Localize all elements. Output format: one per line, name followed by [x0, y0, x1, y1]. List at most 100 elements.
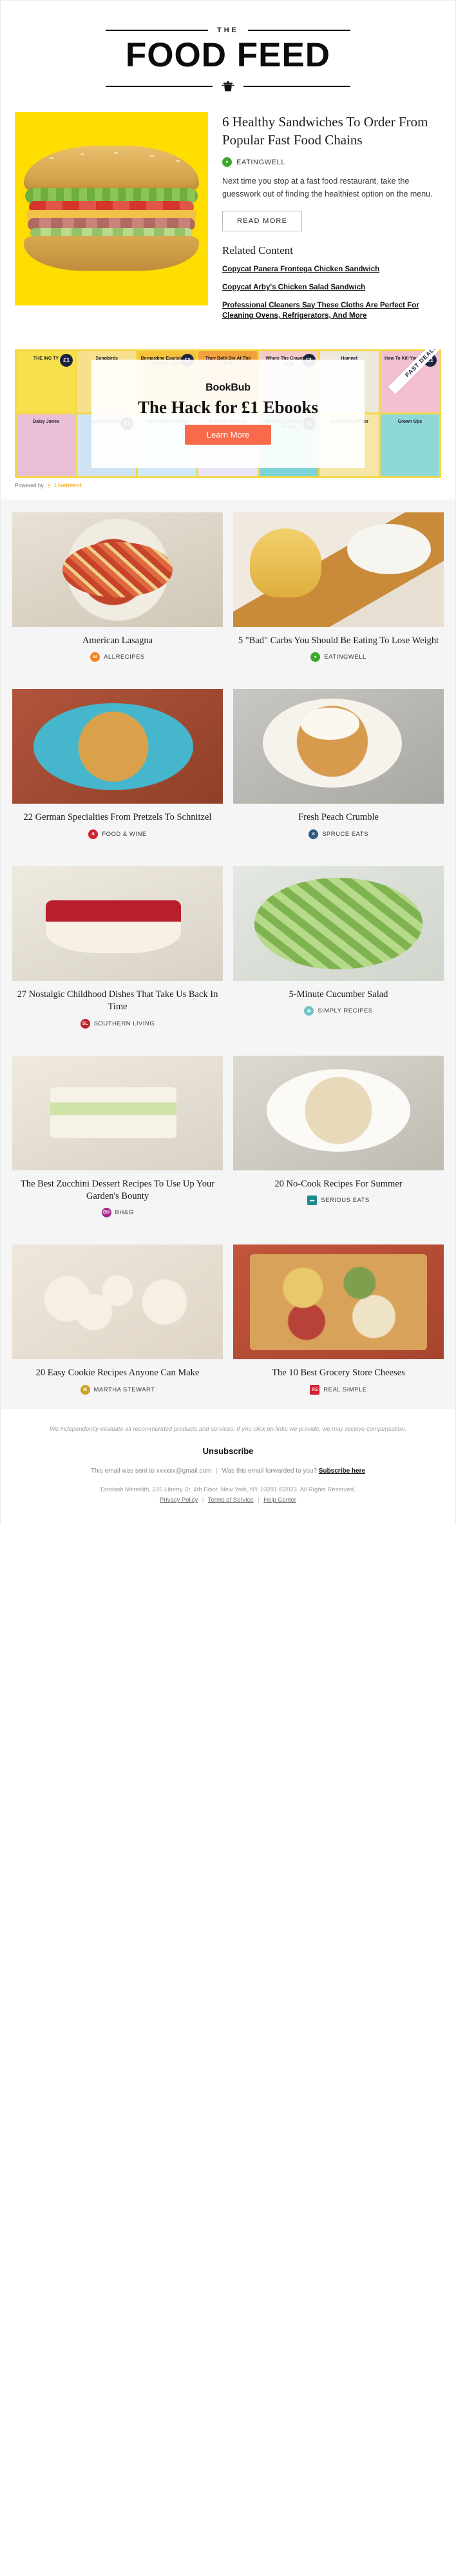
- powered-by-label: Powered by: [15, 481, 44, 489]
- article-grid-row: The Best Zucchini Dessert Recipes To Use…: [1, 1042, 455, 1232]
- sandwich-illustration: [24, 146, 199, 272]
- article-card[interactable]: 22 German Specialties From Pretzels To S…: [12, 689, 223, 839]
- article-card[interactable]: 20 Easy Cookie Recipes Anyone Can Make M M…: [12, 1244, 223, 1395]
- article-card-title[interactable]: 20 Easy Cookie Recipes Anyone Can Make: [16, 1367, 219, 1379]
- forwarded-text: Was this email forwarded to you?: [222, 1467, 318, 1475]
- article-grid-row: 27 Nostalgic Childhood Dishes That Take …: [1, 853, 455, 1043]
- article-photo: [233, 1244, 444, 1360]
- article-card-image[interactable]: [12, 512, 223, 627]
- article-photo: [12, 689, 223, 804]
- source-name: EATINGWELL: [324, 654, 366, 661]
- article-photo: [12, 1244, 223, 1360]
- related-content-heading: Related Content: [222, 244, 294, 257]
- article-card[interactable]: 20 No-Cook Recipes For Summer ▬ SERIOUS EA…: [233, 1055, 444, 1218]
- terms-of-service-link[interactable]: Terms of Service: [208, 1496, 254, 1504]
- unsubscribe-link[interactable]: Unsubscribe: [203, 1446, 254, 1456]
- article-card-image[interactable]: [233, 689, 444, 804]
- article-card[interactable]: 27 Nostalgic Childhood Dishes That Take …: [12, 866, 223, 1029]
- source-logo-icon: ▬: [307, 1195, 318, 1205]
- article-grid-row: 20 Easy Cookie Recipes Anyone Can Make M M…: [1, 1232, 455, 1409]
- source-logo-icon: ✻: [304, 1006, 314, 1016]
- source-logo-icon: ar: [90, 652, 100, 663]
- source-name: SIMPLY RECIPES: [318, 1007, 373, 1015]
- footer-separator-1: |: [216, 1467, 218, 1475]
- advertisement: THE ING TY £1 Songbirds Bernardine Evaristo…: [1, 345, 455, 499]
- article-card-source: ▬ SERIOUS EATS: [233, 1195, 444, 1205]
- privacy-policy-link[interactable]: Privacy Policy: [160, 1496, 198, 1504]
- article-card[interactable]: 5 "Bad" Carbs You Should Be Eating To Lo…: [233, 512, 444, 663]
- article-grid: American Lasagna ar ALLRECIPES 5 "Bad" Carb…: [1, 499, 455, 1409]
- featured-article-image[interactable]: [15, 112, 208, 305]
- featured-article-title[interactable]: 6 Healthy Sandwiches To Order From Popul…: [222, 113, 441, 149]
- bread-bottom: [24, 236, 199, 271]
- article-photo: [12, 512, 223, 627]
- article-card-image[interactable]: [233, 1055, 444, 1170]
- subscribe-here-link[interactable]: Subscribe here: [319, 1467, 365, 1475]
- article-card-image[interactable]: [12, 1055, 223, 1170]
- ad-frame[interactable]: THE ING TY £1 Songbirds Bernardine Evaristo…: [15, 349, 441, 478]
- article-card-image[interactable]: [12, 1244, 223, 1360]
- ad-headline: The Hack for £1 Ebooks: [137, 398, 319, 418]
- article-card-title[interactable]: The Best Zucchini Dessert Recipes To Use…: [16, 1178, 219, 1203]
- article-card-title[interactable]: 20 No-Cook Recipes For Summer: [237, 1178, 440, 1190]
- ad-powered-by: Powered by ⦿ LiveIntent: [15, 478, 441, 489]
- article-card[interactable]: American Lasagna ar ALLRECIPES: [12, 512, 223, 663]
- article-card-source: ● EATINGWELL: [233, 652, 444, 663]
- ad-book-title: Daisy Jones: [33, 420, 59, 425]
- article-card-title[interactable]: 22 German Specialties From Pretzels To S…: [16, 811, 219, 824]
- article-card-image[interactable]: [12, 689, 223, 804]
- footer-legal-links: Privacy Policy | Terms of Service | Help…: [23, 1495, 433, 1506]
- article-card[interactable]: Fresh Peach Crumble ✕ SPRUCE EATS: [233, 689, 444, 839]
- article-card[interactable]: The 10 Best Grocery Store Cheeses RS REAL …: [233, 1244, 444, 1395]
- cooking-pot-icon: [222, 81, 234, 92]
- article-card-source: ar ALLRECIPES: [12, 652, 223, 663]
- ad-book-cover: THE ING TY £1: [17, 351, 76, 413]
- featured-article: 6 Healthy Sandwiches To Order From Popul…: [1, 92, 455, 345]
- ad-overlay: BookBub The Hack for £1 Ebooks Learn Mor…: [91, 359, 365, 468]
- article-card[interactable]: The Best Zucchini Dessert Recipes To Use…: [12, 1055, 223, 1218]
- article-card-source: ✻ SIMPLY RECIPES: [233, 1006, 444, 1016]
- pot-rule-right: [243, 86, 350, 87]
- liveintent-icon: ⦿: [46, 481, 52, 489]
- article-photo: [12, 1055, 223, 1170]
- article-row: American Lasagna ar ALLRECIPES 5 "Bad" Carb…: [12, 512, 444, 663]
- article-card-source: SL SOUTHERN LIVING: [12, 1018, 223, 1029]
- source-logo-icon: RS: [310, 1384, 320, 1395]
- article-card-title[interactable]: 27 Nostalgic Childhood Dishes That Take …: [16, 989, 219, 1014]
- article-grid-row: 22 German Specialties From Pretzels To S…: [1, 676, 455, 853]
- related-link-3[interactable]: Professional Cleaners Say These Cloths A…: [222, 300, 441, 322]
- article-card-title[interactable]: The 10 Best Grocery Store Cheeses: [237, 1367, 440, 1379]
- article-card-image[interactable]: [12, 866, 223, 981]
- article-card-source: ✕ SPRUCE EATS: [233, 829, 444, 839]
- rule-right: [248, 30, 350, 31]
- rule-left: [106, 30, 208, 31]
- ad-learn-more-button[interactable]: Learn More: [184, 425, 272, 445]
- article-card-title[interactable]: 5-Minute Cucumber Salad: [237, 989, 440, 1001]
- pot-rule: [106, 81, 350, 92]
- ad-brand-name: BookBub: [205, 382, 251, 394]
- footer-separator-3: |: [258, 1496, 260, 1504]
- read-more-button[interactable]: READ MORE: [222, 211, 303, 232]
- article-card-title[interactable]: American Lasagna: [16, 635, 219, 647]
- featured-source: ● EATINGWELL: [222, 157, 441, 168]
- article-card-title[interactable]: 5 "Bad" Carbs You Should Be Eating To Lo…: [237, 635, 440, 647]
- article-card-title[interactable]: Fresh Peach Crumble: [237, 811, 440, 824]
- email-body: THE FOOD FEED 6 Healthy Sandwiches To Or…: [0, 0, 456, 1525]
- brand-title[interactable]: FOOD FEED: [1, 38, 455, 72]
- related-link-2[interactable]: Copycat Arby's Chicken Salad Sandwich: [222, 282, 441, 293]
- article-card-source: & FOOD & WINE: [12, 829, 223, 839]
- article-card-image[interactable]: [233, 512, 444, 627]
- article-card-image[interactable]: [233, 866, 444, 981]
- article-card-source: M MARTHA STEWART: [12, 1384, 223, 1395]
- article-card-image[interactable]: [233, 1244, 444, 1360]
- article-photo: [233, 689, 444, 804]
- help-center-link[interactable]: Help Center: [263, 1496, 296, 1504]
- ad-book-cover: How To Kill Your Family £1: [380, 351, 439, 413]
- source-name: MARTHA STEWART: [93, 1386, 155, 1393]
- footer-sent-to: This email was sent to xxxxxx@gmail.com …: [23, 1467, 433, 1475]
- footer-disclaimer: We independently evaluate all recommende…: [50, 1425, 406, 1433]
- related-link-1[interactable]: Copycat Panera Frontega Chicken Sandwich: [222, 264, 441, 275]
- sent-to-text: This email was sent to xxxxxx@gmail.com: [90, 1467, 212, 1475]
- footer-address: Dotdash Meredith, 225 Liberty St, 4th Fl…: [100, 1486, 356, 1494]
- article-card[interactable]: 5-Minute Cucumber Salad ✻ SIMPLY RECIPES: [233, 866, 444, 1029]
